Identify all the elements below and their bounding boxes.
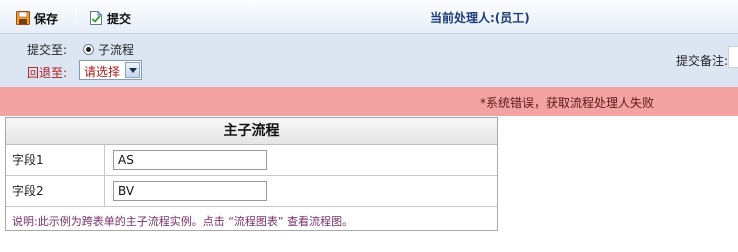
current-handler: 当前处理人:(员工) (430, 11, 530, 25)
toolbar: 保存 提交 当前处理人:(员工) (0, 0, 738, 34)
save-button[interactable]: 保存 (15, 7, 58, 29)
radio-checked-icon[interactable] (83, 44, 94, 55)
error-message: *系统错误，获取流程处理人失败 (479, 96, 654, 110)
form-row: 字段1 (6, 145, 497, 176)
workflow-page: 保存 提交 当前处理人:(员工) 提交至: 子流程 回退至: 请选择 提交备注:… (0, 0, 738, 252)
save-icon (15, 10, 31, 26)
return-to-select[interactable]: 请选择 (79, 60, 142, 80)
submit-icon (88, 10, 104, 26)
field-1-label: 字段1 (6, 145, 105, 175)
field-1-input[interactable] (113, 150, 267, 170)
chevron-down-icon[interactable] (125, 62, 140, 78)
submit-note-input[interactable] (728, 46, 738, 68)
submit-to-label: 提交至: (27, 43, 68, 57)
return-to-label: 回退至: (27, 66, 68, 80)
form-row: 字段2 (6, 176, 497, 207)
save-button-label: 保存 (34, 11, 59, 26)
main-subflow-form: 主子流程 字段1 字段2 说明:此示例为跨表单的主子流程实例。点击 “流程图表”… (5, 117, 498, 231)
submit-note-label: 提交备注: (676, 54, 729, 68)
form-title: 主子流程 (6, 118, 497, 145)
submit-panel: 提交至: 子流程 回退至: 请选择 提交备注: (0, 34, 738, 87)
subflow-radio-label: 子流程 (98, 43, 135, 57)
field-2-label: 字段2 (6, 176, 105, 206)
submit-button[interactable]: 提交 (88, 7, 131, 29)
submit-button-label: 提交 (107, 11, 132, 26)
subflow-radio[interactable]: 子流程 (83, 41, 134, 58)
form-note: 说明:此示例为跨表单的主子流程实例。点击 “流程图表” 查看流程图。 (12, 215, 354, 228)
field-2-input[interactable] (113, 181, 267, 201)
toolbar-separator (76, 8, 77, 26)
error-bar: *系统错误，获取流程处理人失败 (0, 87, 738, 116)
return-to-select-value: 请选择 (84, 65, 121, 79)
